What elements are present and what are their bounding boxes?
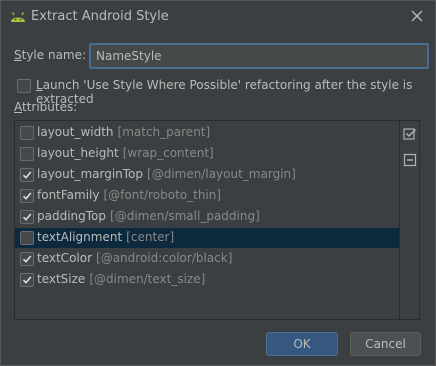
style-name-label: Style name:: [14, 48, 87, 62]
attribute-checkbox[interactable]: [20, 210, 34, 224]
attributes-label: Attributes:: [14, 100, 78, 114]
cancel-button[interactable]: Cancel: [350, 332, 421, 356]
attribute-value: [@font/roboto_thin]: [103, 188, 222, 202]
attributes-list: layout_width [match_parent] layout_height…: [15, 121, 399, 319]
attribute-value: [@dimen/layout_margin]: [147, 167, 296, 181]
attribute-row-fontfamily[interactable]: fontFamily [@font/roboto_thin]: [15, 186, 399, 206]
attribute-checkbox[interactable]: [20, 147, 34, 161]
attribute-name: paddingTop: [37, 209, 107, 223]
attribute-checkbox[interactable]: [20, 273, 34, 287]
ok-button[interactable]: OK: [266, 332, 338, 356]
dialog-title: Extract Android Style: [31, 9, 169, 24]
attribute-name: layout_marginTop: [37, 167, 144, 181]
unselect-all-icon[interactable]: [403, 153, 417, 167]
attribute-row-textalignment[interactable]: textAlignment [center]: [15, 228, 399, 248]
attribute-checkbox[interactable]: [20, 126, 34, 140]
launch-refactoring-label: Launch 'Use Style Where Possible' refact…: [36, 78, 413, 106]
attribute-value: [@dimen/small_padding]: [110, 209, 260, 223]
attribute-value: [@dimen/text_size]: [89, 272, 206, 286]
attribute-value: [center]: [126, 230, 175, 244]
checkmark-icon: [22, 276, 32, 284]
extract-style-dialog: Extract Android Style Style name: Launch…: [0, 0, 436, 366]
attribute-row-layout-height[interactable]: layout_height [wrap_content]: [15, 144, 399, 164]
attribute-name: layout_height: [37, 146, 119, 160]
checkmark-icon: [22, 255, 32, 263]
attribute-name: textSize: [37, 272, 86, 286]
attribute-name: fontFamily: [37, 188, 100, 202]
attribute-row-paddingtop[interactable]: paddingTop [@dimen/small_padding]: [15, 207, 399, 227]
android-icon: [10, 9, 26, 23]
title-bar: Extract Android Style: [1, 1, 435, 33]
attribute-checkbox[interactable]: [20, 168, 34, 182]
attribute-value: [@android:color/black]: [96, 251, 233, 265]
close-icon[interactable]: [409, 8, 425, 24]
attribute-row-textsize[interactable]: textSize [@dimen/text_size]: [15, 270, 399, 290]
attributes-side-toolbar: [399, 121, 420, 319]
checkmark-icon: [22, 171, 32, 179]
checkmark-icon: [22, 213, 32, 221]
attribute-name: textColor: [37, 251, 93, 265]
attribute-name: textAlignment: [37, 230, 123, 244]
attribute-checkbox[interactable]: [20, 189, 34, 203]
attributes-panel: layout_width [match_parent] layout_height…: [14, 120, 420, 320]
launch-refactoring-checkbox[interactable]: [17, 79, 31, 93]
attribute-row-layout-width[interactable]: layout_width [match_parent]: [15, 123, 399, 143]
checkmark-icon: [22, 192, 32, 200]
attribute-checkbox[interactable]: [20, 231, 34, 245]
attribute-name: layout_width: [37, 125, 114, 139]
attribute-checkbox[interactable]: [20, 252, 34, 266]
style-name-input[interactable]: [89, 43, 429, 69]
select-all-icon[interactable]: [403, 127, 417, 141]
attribute-row-layout-margintop[interactable]: layout_marginTop [@dimen/layout_margin]: [15, 165, 399, 185]
attribute-value: [wrap_content]: [122, 146, 214, 160]
attribute-row-textcolor[interactable]: textColor [@android:color/black]: [15, 249, 399, 269]
attribute-value: [match_parent]: [117, 125, 211, 139]
